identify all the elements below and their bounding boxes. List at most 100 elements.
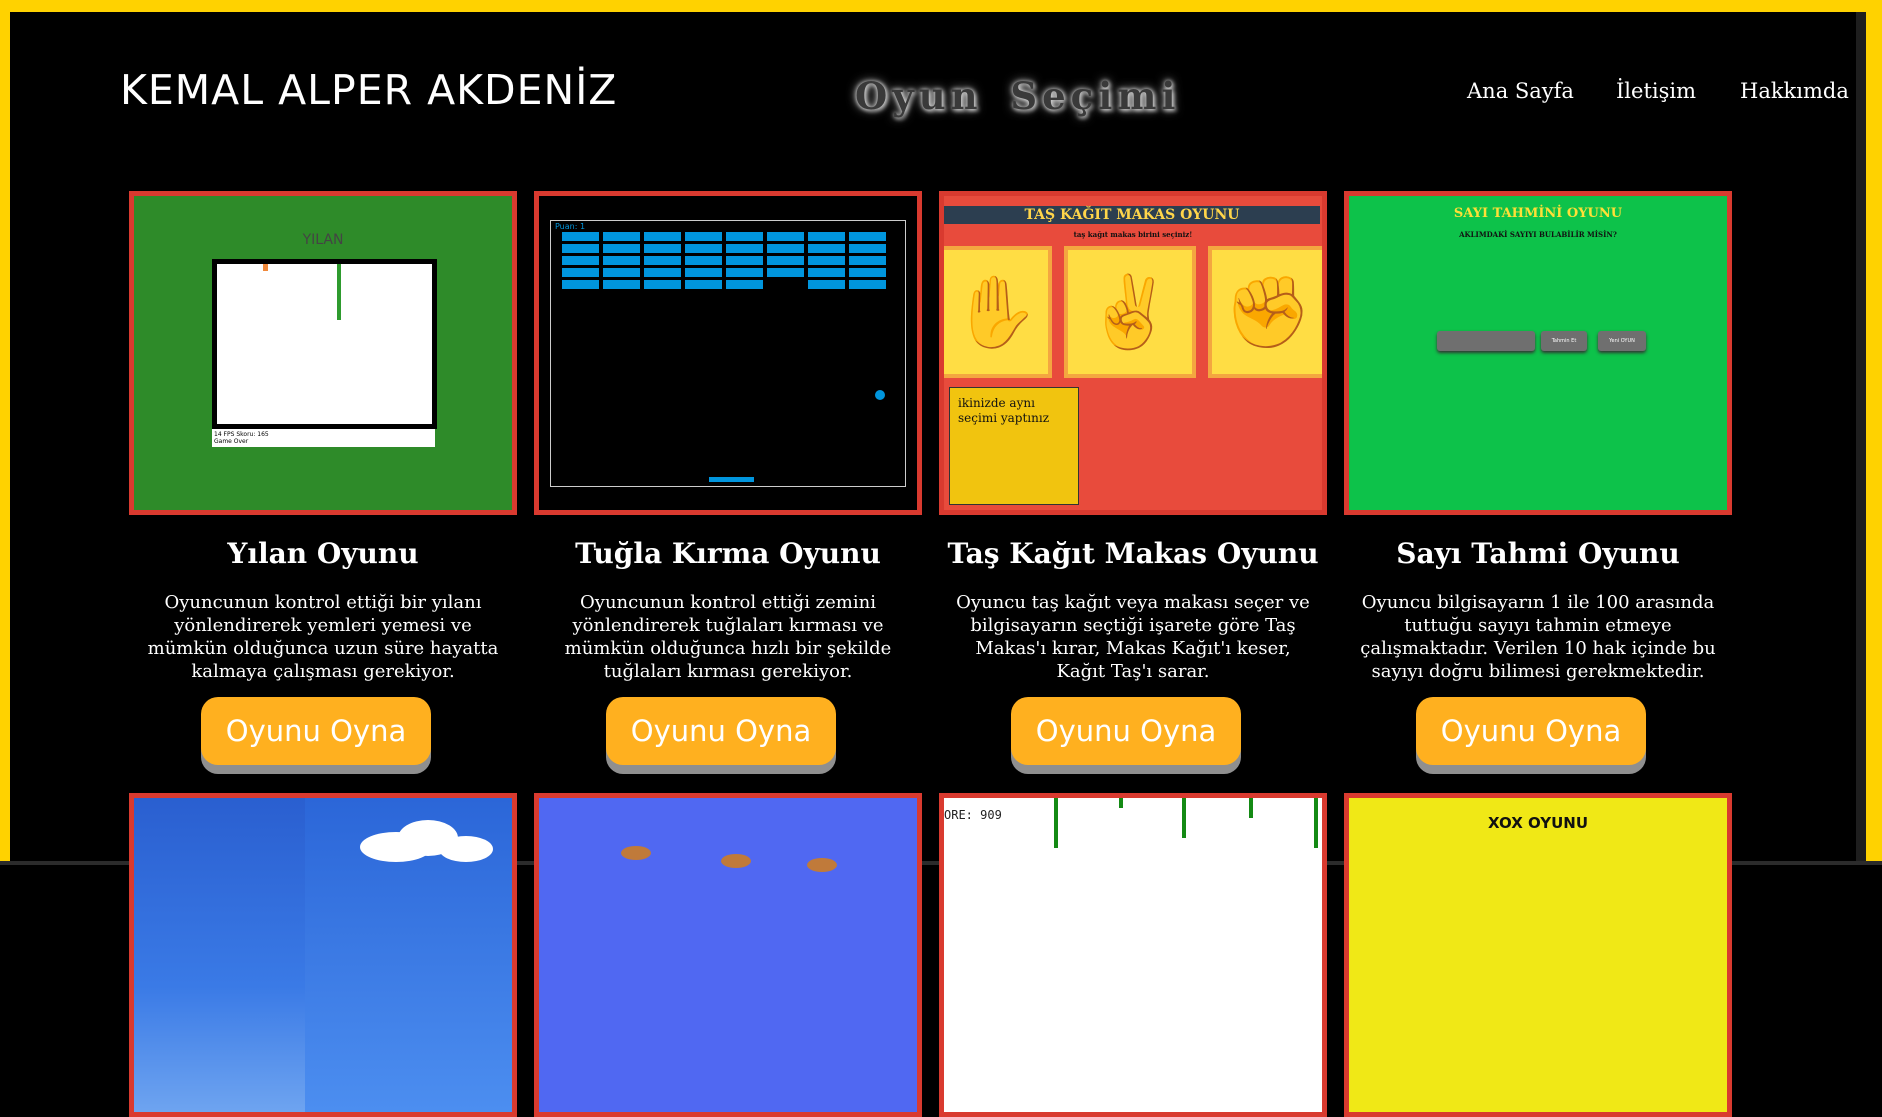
- page-title: Oyun Seçimi: [855, 74, 1181, 118]
- brick: [644, 256, 681, 265]
- brick: [562, 268, 599, 277]
- brick: [644, 268, 681, 277]
- guess-thumbnail[interactable]: SAYI TAHMİNİ OYUNU AKLIMDAKİ SAYIYI BULA…: [1344, 191, 1732, 515]
- snake-status: 14 FPS Skoru: 165 Game Over: [212, 429, 435, 447]
- brick: [849, 280, 886, 289]
- brick: [562, 256, 599, 265]
- snake-food: [263, 264, 268, 271]
- pipe: [1119, 798, 1123, 808]
- pipe: [1314, 798, 1318, 848]
- brick: [685, 280, 722, 289]
- snake-board: [212, 259, 437, 429]
- snake-body: [337, 264, 341, 320]
- brick-score: Puan: 1: [555, 222, 586, 231]
- cloud-icon: [439, 836, 493, 862]
- frame-left: [0, 0, 10, 865]
- brick: [644, 244, 681, 253]
- brick: [685, 244, 722, 253]
- brick: [603, 244, 640, 253]
- guess-input: [1437, 331, 1535, 351]
- site-brand: KEMAL ALPER AKDENİZ: [120, 66, 618, 114]
- pipe: [1249, 798, 1253, 818]
- brick-paddle: [709, 477, 754, 482]
- rps-result-box: ikinizde aynı seçimi yaptınız: [949, 387, 1079, 505]
- flappy-score: ORE: 909: [944, 808, 1002, 822]
- snake-status-score: 14 FPS Skoru: 165: [214, 431, 269, 438]
- snake-thumb-title: YILAN: [302, 232, 344, 248]
- brick: [767, 244, 804, 253]
- fish-icon: [721, 854, 751, 868]
- play-snake-button[interactable]: Oyunu Oyna: [201, 697, 431, 765]
- brick: [726, 244, 763, 253]
- guess-thumb-subtitle: AKLIMDAKİ SAYIYI BULABİLİR MİSİN?: [1459, 230, 1617, 239]
- sky-thumbnail[interactable]: [129, 793, 517, 1117]
- xox-thumb-title: XOX OYUNU: [1487, 814, 1589, 832]
- guess-background: [1349, 196, 1727, 510]
- game-description: Oyuncunun kontrol ettiği zemini yönlendi…: [564, 592, 892, 682]
- fish-icon: [807, 858, 837, 872]
- brick: [726, 268, 763, 277]
- play-brick-button[interactable]: Oyunu Oyna: [606, 697, 836, 765]
- brick: [562, 280, 599, 289]
- brick: [849, 232, 886, 241]
- snake-thumbnail[interactable]: YILAN 14 FPS Skoru: 165 Game Over: [129, 191, 517, 515]
- brick: [603, 280, 640, 289]
- frame-right: [1866, 0, 1882, 865]
- brick-ball: [875, 390, 885, 400]
- game-title: Sayı Tahmi Oyunu: [1396, 537, 1680, 570]
- nav-contact-link[interactable]: İletişim: [1616, 79, 1696, 103]
- brick-thumbnail[interactable]: Puan: 1: [534, 191, 922, 515]
- snake-status-gameover: Game Over: [214, 438, 249, 445]
- brick: [685, 232, 722, 241]
- flappy-background: [944, 798, 1322, 1112]
- brick: [726, 280, 763, 289]
- brick: [603, 232, 640, 241]
- brick: [644, 280, 681, 289]
- rock-hand-icon: ✊: [1224, 270, 1312, 353]
- fish-background: [539, 798, 917, 1112]
- brick: [726, 232, 763, 241]
- rps-thumb-subtitle: taş kağıt makas birini seçiniz!: [1073, 230, 1193, 239]
- brick: [808, 256, 845, 265]
- frame-top: [0, 0, 1882, 12]
- game-description: Oyuncu taş kağıt veya makası seçer ve bi…: [956, 592, 1310, 682]
- nav-about-link[interactable]: Hakkımda: [1740, 79, 1849, 103]
- brick: [562, 232, 599, 241]
- brick: [685, 268, 722, 277]
- rps-rock-card: ✊: [1208, 246, 1322, 378]
- fish-thumbnail[interactable]: [534, 793, 922, 1117]
- brick: [808, 232, 845, 241]
- brick: [603, 256, 640, 265]
- game-description: Oyuncunun kontrol ettiği bir yılanı yönl…: [147, 592, 499, 682]
- game-description: Oyuncu bilgisayarın 1 ile 100 arasında t…: [1360, 592, 1716, 682]
- xox-background: [1349, 798, 1727, 1112]
- rps-thumbnail[interactable]: TAŞ KAĞIT MAKAS OYUNU taş kağıt makas bi…: [939, 191, 1327, 515]
- brick: [562, 244, 599, 253]
- game-title: Yılan Oyunu: [227, 537, 419, 570]
- frame-right-shadow: [1856, 12, 1866, 865]
- flappy-thumbnail[interactable]: ORE: 909: [939, 793, 1327, 1117]
- nav-home-link[interactable]: Ana Sayfa: [1467, 79, 1574, 103]
- guess-button: Tahmin Et: [1541, 331, 1587, 351]
- brick: [849, 268, 886, 277]
- game-title: Tuğla Kırma Oyunu: [575, 537, 881, 570]
- pipe: [1182, 798, 1186, 838]
- brick: [726, 256, 763, 265]
- play-guess-button[interactable]: Oyunu Oyna: [1416, 697, 1646, 765]
- paper-hand-icon: ✋: [952, 270, 1040, 353]
- guess-thumb-title: SAYI TAHMİNİ OYUNU: [1453, 206, 1623, 221]
- scissors-hand-icon: ✌: [1086, 270, 1174, 353]
- rps-thumb-title: TAŞ KAĞIT MAKAS OYUNU: [944, 206, 1320, 224]
- play-rps-button[interactable]: Oyunu Oyna: [1011, 697, 1241, 765]
- pipe: [1054, 798, 1058, 848]
- brick: [767, 232, 804, 241]
- new-game-button: Yeni OYUN: [1598, 331, 1646, 351]
- rps-scissors-card: ✌: [1064, 246, 1196, 378]
- brick: [808, 280, 845, 289]
- brick: [767, 268, 804, 277]
- xox-thumbnail[interactable]: XOX OYUNU: [1344, 793, 1732, 1117]
- brick: [644, 232, 681, 241]
- game-title: Taş Kağıt Makas Oyunu: [947, 537, 1319, 570]
- brick: [849, 256, 886, 265]
- brick: [767, 256, 804, 265]
